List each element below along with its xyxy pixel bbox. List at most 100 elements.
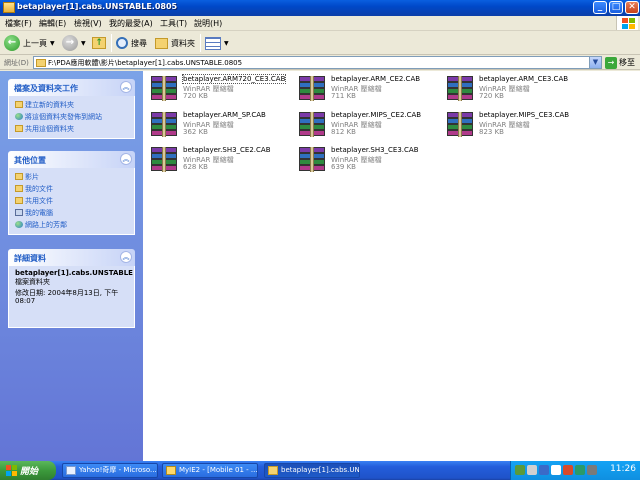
folder-icon bbox=[36, 59, 46, 67]
collapse-icon[interactable]: ︽ bbox=[120, 153, 132, 165]
file-item[interactable]: betaplayer.ARM720_CE3.CAB WinRAR 壓縮檔 720… bbox=[147, 74, 292, 107]
file-item[interactable]: betaplayer.SH3_CE2.CAB WinRAR 壓縮檔 628 KB bbox=[147, 146, 292, 178]
details-panel: 詳細資料 ︽ betaplayer[1].cabs.UNSTABLE 檔案資料夾… bbox=[8, 249, 135, 328]
folders-label: 資料夾 bbox=[171, 38, 195, 48]
other-places-panel: 其他位置 ︽ 影片 我的文件 共用文件 我的電腦 網路上的芳鄰 bbox=[8, 151, 135, 235]
forward-button[interactable]: → ▼ bbox=[62, 34, 86, 52]
file-name: betaplayer.SH3_CE2.CAB bbox=[183, 146, 271, 154]
task-new-folder[interactable]: 建立新的資料夾 bbox=[15, 99, 128, 111]
shared-folder-icon bbox=[15, 197, 23, 204]
address-label: 網址(D) bbox=[4, 59, 29, 67]
folders-icon bbox=[155, 37, 168, 49]
chevron-down-icon: ▼ bbox=[224, 39, 229, 47]
taskbar-item[interactable]: MyIE2 - [Mobile 01 - ... bbox=[162, 463, 258, 478]
ie-icon bbox=[66, 466, 76, 475]
menu-favorites[interactable]: 我的最愛(A) bbox=[109, 18, 153, 29]
file-item[interactable]: betaplayer.SH3_CE3.CAB WinRAR 壓縮檔 639 KB bbox=[295, 146, 440, 178]
menu-tools[interactable]: 工具(T) bbox=[160, 18, 187, 29]
file-size: 628 KB bbox=[183, 163, 208, 171]
search-button[interactable]: 搜尋 bbox=[116, 34, 147, 52]
file-item[interactable]: betaplayer.MIPS_CE3.CAB WinRAR 壓縮檔 823 K… bbox=[443, 111, 588, 143]
chevron-down-icon: ▼ bbox=[50, 39, 55, 47]
tray-icon[interactable] bbox=[575, 465, 585, 475]
menu-help[interactable]: 說明(H) bbox=[194, 18, 222, 29]
winrar-archive-icon bbox=[299, 112, 325, 138]
back-arrow-icon: ← bbox=[4, 35, 20, 51]
panel-title: 詳細資料 bbox=[14, 254, 46, 263]
search-icon bbox=[116, 37, 128, 49]
back-button[interactable]: ← 上一頁 ▼ bbox=[4, 34, 55, 52]
place-videos[interactable]: 影片 bbox=[15, 171, 128, 183]
file-size: 720 KB bbox=[183, 92, 208, 100]
start-button[interactable]: 開始 bbox=[0, 461, 56, 480]
file-item[interactable]: betaplayer.ARM_CE2.CAB WinRAR 壓縮檔 711 KB bbox=[295, 75, 440, 107]
panel-header[interactable]: 其他位置 ︽ bbox=[8, 151, 135, 168]
winrar-archive-icon bbox=[299, 147, 325, 173]
file-name: betaplayer.SH3_CE3.CAB bbox=[331, 146, 419, 154]
place-network[interactable]: 網路上的芳鄰 bbox=[15, 219, 128, 231]
tray-icon[interactable] bbox=[587, 465, 597, 475]
detail-type: 檔案資料夾 bbox=[15, 278, 50, 286]
winrar-archive-icon bbox=[151, 147, 177, 173]
taskbar-item[interactable]: betaplayer[1].cabs.UN... bbox=[264, 463, 360, 478]
tray-icon[interactable] bbox=[527, 465, 537, 475]
maximize-button[interactable]: □ bbox=[609, 1, 623, 14]
clock[interactable]: 11:26 bbox=[610, 464, 636, 474]
file-name: betaplayer.ARM_SP.CAB bbox=[183, 111, 266, 119]
menu-file[interactable]: 檔案(F) bbox=[5, 18, 32, 29]
title-bar[interactable]: betaplayer[1].cabs.UNSTABLE.0805 _ □ ✕ bbox=[0, 0, 640, 16]
tray-icon[interactable] bbox=[515, 465, 525, 475]
tray-icon[interactable] bbox=[539, 465, 549, 475]
place-label: 影片 bbox=[25, 173, 39, 181]
task-label: 將這個資料夾發佈到網站 bbox=[25, 113, 102, 121]
folder-icon bbox=[268, 466, 278, 475]
place-my-documents[interactable]: 我的文件 bbox=[15, 183, 128, 195]
address-input[interactable]: F:\PDA應用軟體\影片\betaplayer[1].cabs.UNSTABL… bbox=[33, 56, 602, 69]
taskbar-item-label: MyIE2 - [Mobile 01 - ... bbox=[179, 466, 258, 474]
menu-view[interactable]: 檢視(V) bbox=[74, 18, 102, 29]
browser-icon bbox=[166, 466, 176, 475]
file-view[interactable]: betaplayer.ARM720_CE3.CAB WinRAR 壓縮檔 720… bbox=[143, 71, 640, 461]
folders-button[interactable]: 資料夾 bbox=[155, 34, 195, 52]
panel-header[interactable]: 檔案及資料夾工作 ︽ bbox=[8, 79, 135, 96]
up-folder-button[interactable]: ↑ bbox=[92, 34, 106, 52]
network-icon bbox=[15, 221, 23, 228]
place-shared-documents[interactable]: 共用文件 bbox=[15, 195, 128, 207]
system-tray: 11:26 bbox=[510, 461, 640, 480]
winrar-archive-icon bbox=[447, 112, 473, 138]
panel-title: 檔案及資料夾工作 bbox=[14, 84, 78, 93]
place-my-computer[interactable]: 我的電腦 bbox=[15, 207, 128, 219]
detail-modified: 修改日期: 2004年8月13日, 下午 08:07 bbox=[15, 289, 119, 305]
panel-title: 其他位置 bbox=[14, 156, 46, 165]
toolbar: ← 上一頁 ▼ → ▼ ↑ 搜尋 資料夾 ▼ bbox=[0, 31, 640, 55]
windows-flag-icon bbox=[6, 465, 17, 476]
taskbar-item-label: betaplayer[1].cabs.UN... bbox=[281, 466, 360, 474]
menu-edit[interactable]: 編輯(E) bbox=[39, 18, 66, 29]
task-label: 共用這個資料夾 bbox=[25, 125, 74, 133]
close-button[interactable]: ✕ bbox=[625, 1, 639, 14]
file-item[interactable]: betaplayer.MIPS_CE2.CAB WinRAR 壓縮檔 812 K… bbox=[295, 111, 440, 143]
panel-header[interactable]: 詳細資料 ︽ bbox=[8, 249, 135, 266]
task-share-folder[interactable]: 共用這個資料夾 bbox=[15, 123, 128, 135]
views-button[interactable]: ▼ bbox=[205, 34, 229, 52]
go-button[interactable]: → 移至 bbox=[605, 56, 635, 69]
computer-icon bbox=[15, 209, 23, 216]
collapse-icon[interactable]: ︽ bbox=[120, 251, 132, 263]
winrar-archive-icon bbox=[447, 76, 473, 102]
task-publish-web[interactable]: 將這個資料夾發佈到網站 bbox=[15, 111, 128, 123]
place-label: 我的文件 bbox=[25, 185, 53, 193]
tray-icon[interactable] bbox=[551, 465, 561, 475]
tray-icon[interactable] bbox=[563, 465, 573, 475]
file-item[interactable]: betaplayer.ARM_CE3.CAB WinRAR 壓縮檔 720 KB bbox=[443, 75, 588, 107]
forward-arrow-icon: → bbox=[62, 35, 78, 51]
address-dropdown-icon[interactable]: ▼ bbox=[589, 57, 601, 68]
minimize-button[interactable]: _ bbox=[593, 1, 607, 14]
taskbar-item[interactable]: Yahoo!奇摩 - Microso... bbox=[62, 463, 158, 478]
file-item[interactable]: betaplayer.ARM_SP.CAB WinRAR 壓縮檔 362 KB bbox=[147, 111, 292, 143]
start-label: 開始 bbox=[20, 467, 39, 477]
search-label: 搜尋 bbox=[131, 38, 147, 48]
address-value: F:\PDA應用軟體\影片\betaplayer[1].cabs.UNSTABL… bbox=[48, 59, 243, 67]
address-bar: 網址(D) F:\PDA應用軟體\影片\betaplayer[1].cabs.U… bbox=[0, 55, 640, 70]
task-pane: 檔案及資料夾工作 ︽ 建立新的資料夾 將這個資料夾發佈到網站 共用這個資料夾 其… bbox=[0, 71, 143, 461]
collapse-icon[interactable]: ︽ bbox=[120, 81, 132, 93]
